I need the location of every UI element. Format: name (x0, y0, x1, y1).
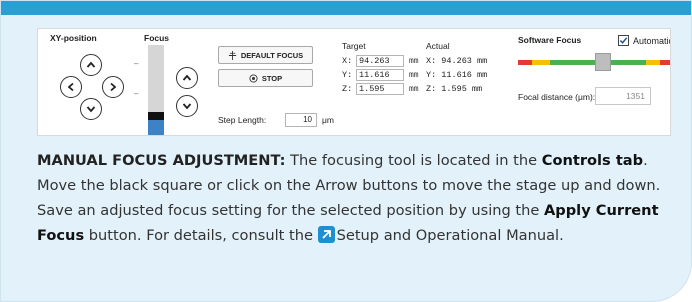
stop-label: STOP (261, 73, 283, 83)
focus-up-button[interactable] (176, 67, 198, 89)
checkmark-icon (619, 37, 628, 44)
target-x-input[interactable]: 94.263 (356, 55, 404, 67)
xy-right-button[interactable] (102, 76, 124, 98)
controls-tab-reference: Controls tab (541, 152, 644, 169)
controls-screenshot-panel: XY-position Focus – – DEFAULT FOCUS STOP… (37, 28, 671, 136)
focus-slider-fill (148, 120, 164, 135)
target-y-label: Y: (342, 70, 353, 80)
focus-tick-minus: – (134, 89, 139, 98)
card-accent-bar (1, 1, 691, 15)
focus-tick-minus: – (134, 59, 139, 68)
target-icon (249, 73, 258, 83)
focal-distance-input[interactable]: 1351 (595, 87, 651, 105)
chevron-up-icon (182, 74, 192, 81)
step-length-unit: μm (322, 115, 334, 125)
chevron-left-icon (67, 82, 74, 92)
software-focus-label: Software Focus (518, 35, 582, 45)
manual-link[interactable]: Setup and Operational Manual (337, 227, 560, 244)
automatic-checkbox[interactable] (618, 35, 629, 46)
chevron-down-icon (86, 106, 96, 113)
bar-segment-yellow (646, 60, 660, 65)
chevron-up-icon (86, 61, 96, 68)
focus-label: Focus (144, 33, 170, 43)
description-text: The focusing tool is located in the (285, 152, 542, 169)
default-focus-button[interactable]: DEFAULT FOCUS (218, 46, 313, 64)
xy-down-button[interactable] (80, 98, 102, 120)
bar-segment-red (660, 60, 670, 65)
target-y-unit: mm (409, 71, 419, 80)
actual-header: Actual (426, 41, 450, 51)
external-link-icon[interactable] (317, 226, 335, 243)
manual-focus-description: MANUAL FOCUS ADJUSTMENT: The focusing to… (37, 148, 677, 248)
target-z-unit: mm (409, 85, 419, 94)
section-heading: MANUAL FOCUS ADJUSTMENT: (37, 152, 286, 169)
focus-slider-track[interactable] (148, 45, 164, 135)
software-focus-thumb[interactable] (595, 53, 611, 71)
chevron-down-icon (182, 103, 192, 110)
xy-left-button[interactable] (60, 76, 82, 98)
automatic-label: Automatic (633, 36, 671, 46)
target-z-input[interactable]: 1.595 (356, 83, 404, 95)
crosshair-icon (228, 50, 236, 60)
actual-x-value: X: 94.263 mm (426, 56, 488, 66)
xy-position-label: XY-position (50, 33, 97, 43)
chevron-right-icon (110, 82, 117, 92)
focal-distance-label: Focal distance (μm): (518, 92, 596, 102)
target-z-label: Z: (342, 84, 353, 94)
step-length-label: Step Length: (218, 115, 267, 125)
default-focus-label: DEFAULT FOCUS (240, 50, 304, 60)
bar-segment-yellow (532, 60, 550, 65)
xy-up-button[interactable] (80, 54, 102, 76)
focus-slider-handle[interactable] (148, 112, 164, 120)
step-length-input[interactable]: 10 (285, 113, 317, 127)
actual-y-value: Y: 11.616 mm (426, 70, 488, 80)
target-x-label: X: (342, 56, 353, 66)
stop-button[interactable]: STOP (218, 69, 313, 87)
actual-z-value: Z: 1.595 mm (426, 84, 483, 94)
target-header: Target (342, 41, 366, 51)
description-text: . (559, 227, 564, 244)
target-y-input[interactable]: 11.616 (356, 69, 404, 81)
target-x-unit: mm (409, 57, 419, 66)
focus-down-button[interactable] (176, 95, 198, 117)
info-card: XY-position Focus – – DEFAULT FOCUS STOP… (0, 0, 692, 302)
bar-segment-red (518, 60, 532, 65)
description-text: button. For details, consult the (84, 227, 318, 244)
